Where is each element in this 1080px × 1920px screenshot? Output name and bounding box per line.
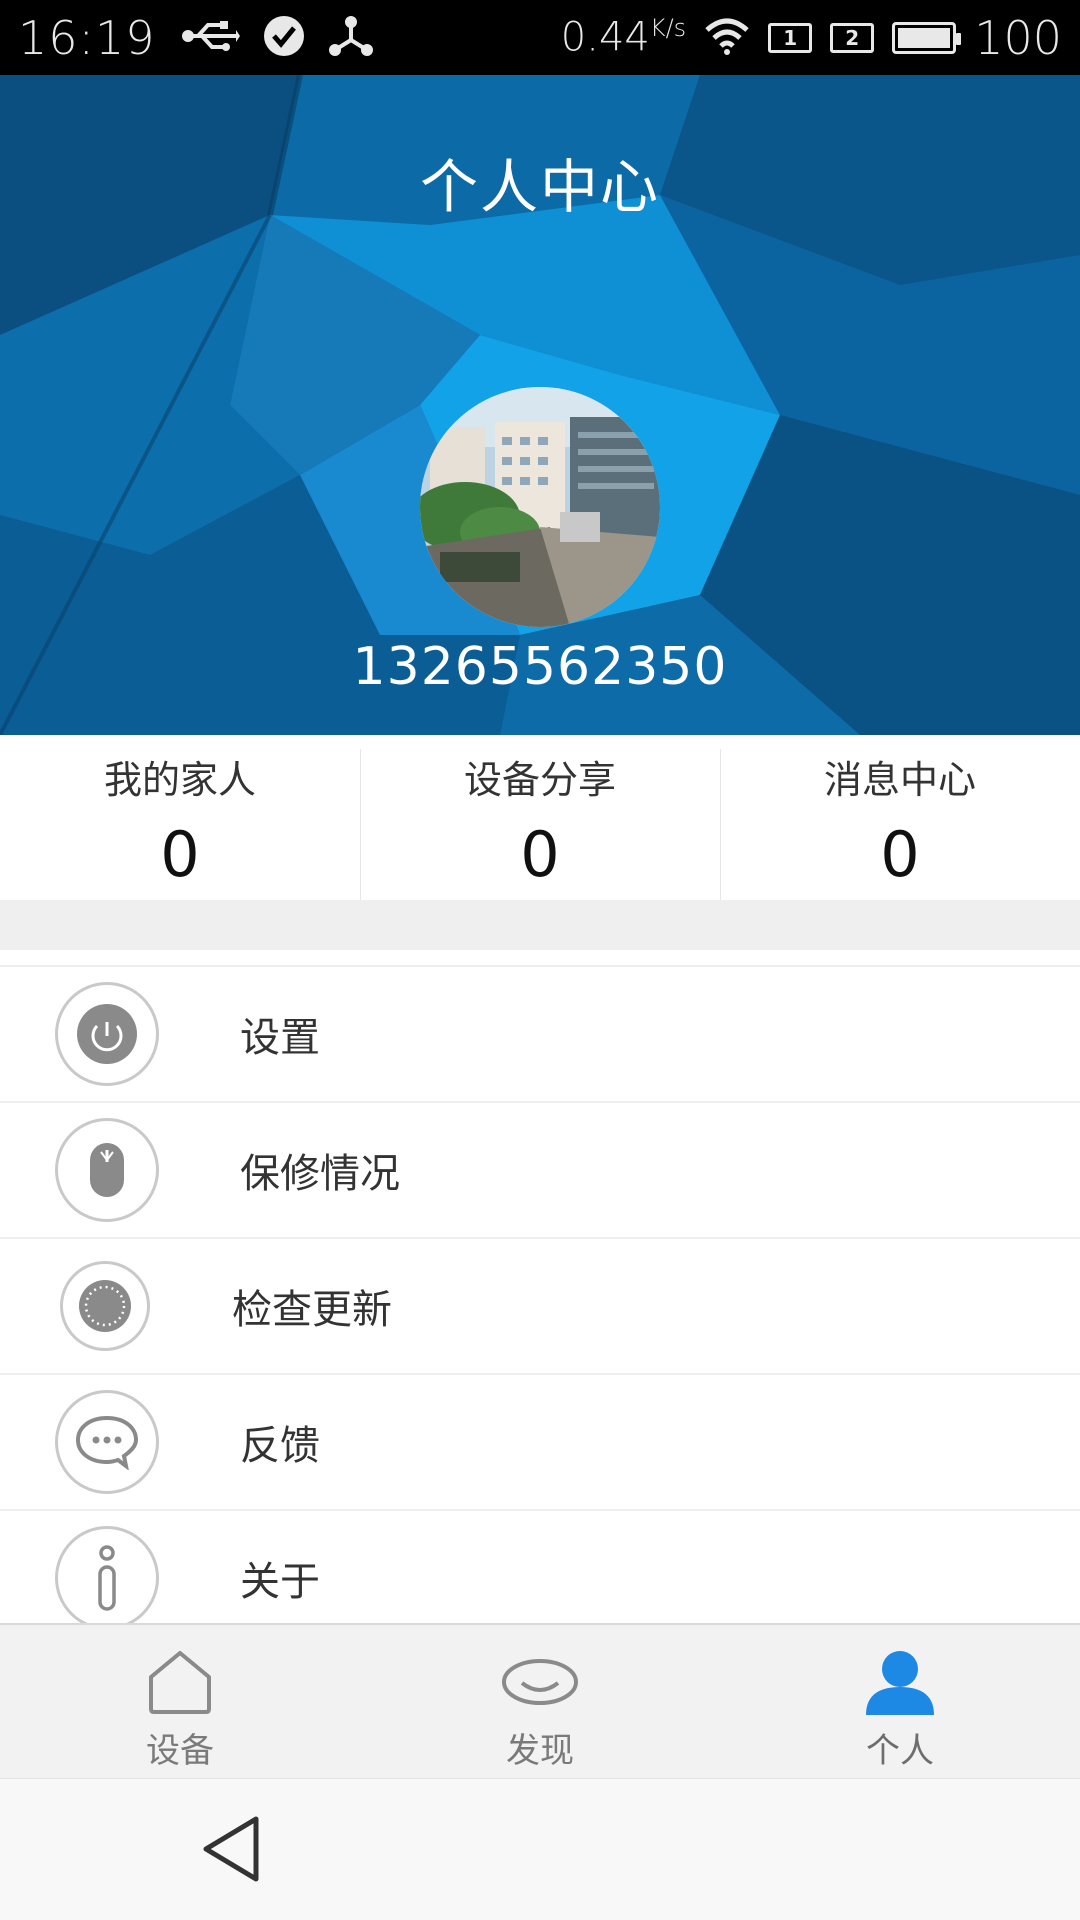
battery-percent: 100 [974,10,1062,65]
nav-label: 发现 [506,1731,574,1771]
sim-card-icon: 1 [768,22,813,53]
stat-label: 消息中心 [823,758,976,802]
home-icon [145,1643,215,1721]
eye-icon [500,1643,580,1721]
menu-item-warranty[interactable]: 保修情况 [0,1103,1080,1239]
battery-icon [892,21,962,54]
status-bar: 16:19 0.44K/s 1 2 100 [0,0,1080,75]
system-nav-bar [0,1778,1080,1920]
chat-bubble-icon [55,1390,159,1494]
menu-label: 检查更新 [232,1287,392,1333]
menu-item-about[interactable]: 关于 [0,1511,1080,1623]
stat-value: 0 [520,818,560,891]
phone-number: 13265562350 [352,637,728,697]
power-icon [55,982,159,1086]
sim-card-icon: 2 [830,22,875,53]
avatar[interactable] [420,387,660,627]
status-time: 16:19 [18,10,156,65]
menu-list: 设置 保修情况 检查更新 反馈 关于 [0,967,1080,1623]
network-speed: 0.44K/s [560,14,687,61]
stat-device-share[interactable]: 设备分享 0 [360,735,720,900]
back-icon[interactable] [200,1813,264,1889]
stat-value: 0 [880,818,920,891]
stat-family[interactable]: 我的家人 0 [0,735,360,900]
page-title: 个人中心 [419,153,660,221]
person-icon [862,1643,938,1721]
share-hub-icon [328,14,374,62]
menu-label: 保修情况 [240,1151,400,1197]
menu-item-settings[interactable]: 设置 [0,967,1080,1103]
bottom-nav: 设备 发现 个人 [0,1623,1080,1778]
usb-icon [180,19,240,57]
menu-item-check-update[interactable]: 检查更新 [0,1239,1080,1375]
info-icon [55,1526,159,1623]
section-divider [0,900,1080,950]
mouse-icon [55,1118,159,1222]
dotted-circle-icon [60,1261,150,1351]
nav-item-devices[interactable]: 设备 [0,1625,360,1778]
stat-label: 设备分享 [463,758,616,802]
stat-messages[interactable]: 消息中心 0 [720,735,1080,900]
menu-label: 关于 [240,1559,320,1605]
nav-label: 设备 [146,1731,214,1771]
stat-value: 0 [160,818,200,891]
menu-label: 反馈 [240,1423,320,1469]
profile-header: 个人中心 13265562350 [0,75,1080,735]
stats-row: 我的家人 0 设备分享 0 消息中心 0 [0,735,1080,900]
check-circle-icon [262,14,306,62]
nav-item-discover[interactable]: 发现 [360,1625,720,1778]
nav-item-profile[interactable]: 个人 [720,1625,1080,1778]
menu-label: 设置 [240,1015,320,1061]
stat-label: 我的家人 [103,758,256,802]
menu-item-feedback[interactable]: 反馈 [0,1375,1080,1511]
wifi-icon [704,16,750,60]
nav-label: 个人 [866,1731,934,1771]
